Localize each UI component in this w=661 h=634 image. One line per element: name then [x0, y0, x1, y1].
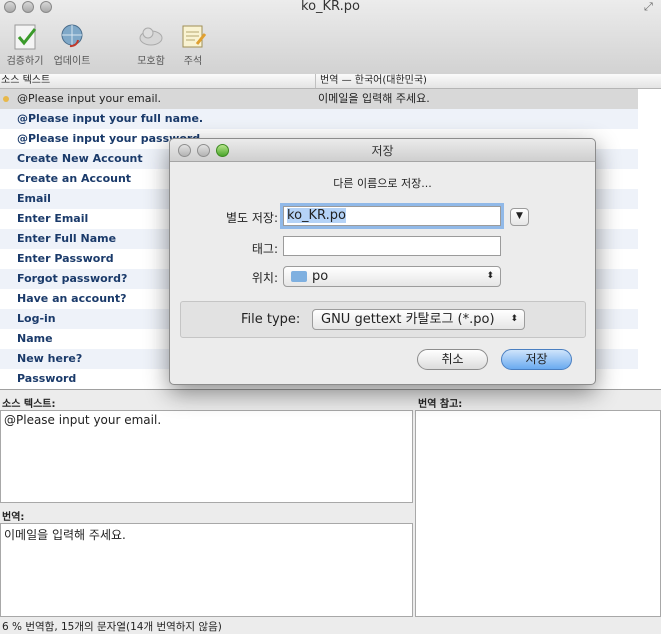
- cancel-button[interactable]: 취소: [417, 349, 488, 370]
- status-dot-icon: [3, 96, 9, 102]
- stepper-arrows-icon: ⬍: [486, 271, 494, 281]
- filetype-accessory: File type: GNU gettext 카탈로그 (*.po) ⬍: [180, 301, 586, 338]
- notes-text-view[interactable]: [415, 410, 661, 617]
- row-source: Create an Account: [17, 172, 132, 185]
- dialog-titlebar: 저장: [170, 139, 595, 162]
- column-header-translation[interactable]: 번역 — 한국어(대한민국): [315, 74, 427, 88]
- chevron-down-icon: ▼: [516, 211, 523, 221]
- fullscreen-icon[interactable]: ⤢: [644, 0, 653, 14]
- row-source: @Please input your email.: [17, 92, 162, 105]
- fuzzy-button[interactable]: 모호함: [134, 22, 168, 67]
- window-title: ko_KR.po: [301, 0, 360, 14]
- save-as-label: 별도 저장:: [225, 211, 278, 225]
- translation-text-field[interactable]: 이메일을 입력해 주세요.: [0, 523, 413, 617]
- row-source: Log-in: [17, 312, 56, 325]
- validate-button[interactable]: 검증하기: [4, 22, 46, 67]
- column-header-source[interactable]: 소스 텍스트: [1, 74, 50, 88]
- source-panel-label: 소스 텍스트:: [2, 399, 56, 410]
- list-scrollbar[interactable]: [638, 89, 661, 389]
- where-popup[interactable]: po ⬍: [283, 266, 501, 287]
- tags-input[interactable]: [283, 236, 501, 256]
- notes-panel-label: 번역 참고:: [418, 399, 463, 410]
- where-label: 위치:: [251, 271, 278, 285]
- comment-label: 주석: [183, 56, 203, 67]
- row-translation: 이메일을 입력해 주세요.: [318, 92, 430, 105]
- stepper-arrows-icon: ⬍: [510, 314, 518, 324]
- cloud-icon: [139, 27, 163, 46]
- dialog-subtitle: 다른 이름으로 저장...: [333, 177, 432, 190]
- save-as-input[interactable]: ko_KR.po: [280, 203, 504, 229]
- row-source: New here?: [17, 352, 83, 365]
- row-source: Name: [17, 332, 53, 345]
- folder-icon: [291, 271, 307, 282]
- translation-panel-label: 번역:: [2, 512, 25, 523]
- globe-update-icon: [61, 24, 83, 48]
- save-button[interactable]: 저장: [501, 349, 572, 370]
- save-as-value: ko_KR.po: [287, 208, 346, 223]
- table-header: 소스 텍스트 번역 — 한국어(대한민국): [0, 74, 661, 89]
- row-source: Email: [17, 192, 51, 205]
- row-source: Forgot password?: [17, 272, 128, 285]
- table-row[interactable]: @Please input your email. 이메일을 입력해 주세요.: [0, 89, 638, 109]
- expand-dialog-button[interactable]: ▼: [510, 208, 529, 226]
- row-source: Have an account?: [17, 292, 127, 305]
- filetype-popup[interactable]: GNU gettext 카탈로그 (*.po) ⬍: [312, 309, 525, 330]
- update-label: 업데이트: [53, 56, 91, 67]
- tags-label: 태그:: [251, 242, 278, 256]
- row-source: Enter Full Name: [17, 232, 117, 245]
- row-source: Enter Email: [17, 212, 89, 225]
- divider: [0, 389, 661, 390]
- row-source: @Please input your full name.: [17, 112, 204, 125]
- row-source: Create New Account: [17, 152, 143, 165]
- dialog-title: 저장: [371, 144, 394, 158]
- notepad-icon: [182, 25, 207, 48]
- comment-button[interactable]: 주석: [177, 22, 209, 67]
- where-value: po: [312, 269, 329, 284]
- checkmark-icon: [14, 24, 37, 50]
- filetype-value: GNU gettext 카탈로그 (*.po): [321, 312, 495, 327]
- source-text-view[interactable]: @Please input your email.: [0, 410, 413, 503]
- update-button[interactable]: 업데이트: [50, 22, 94, 67]
- window-titlebar: ko_KR.po ⤢ 검증하기 업데이트 모호함 주석: [0, 0, 661, 75]
- table-row[interactable]: @Please input your full name.: [0, 109, 638, 129]
- validate-label: 검증하기: [6, 56, 44, 67]
- save-dialog: 저장 다른 이름으로 저장... 별도 저장: ko_KR.po ▼ 태그: 위…: [169, 138, 596, 385]
- fuzzy-label: 모호함: [137, 56, 165, 67]
- row-source: Password: [17, 372, 77, 385]
- row-source: Enter Password: [17, 252, 114, 265]
- filetype-label: File type:: [241, 312, 301, 327]
